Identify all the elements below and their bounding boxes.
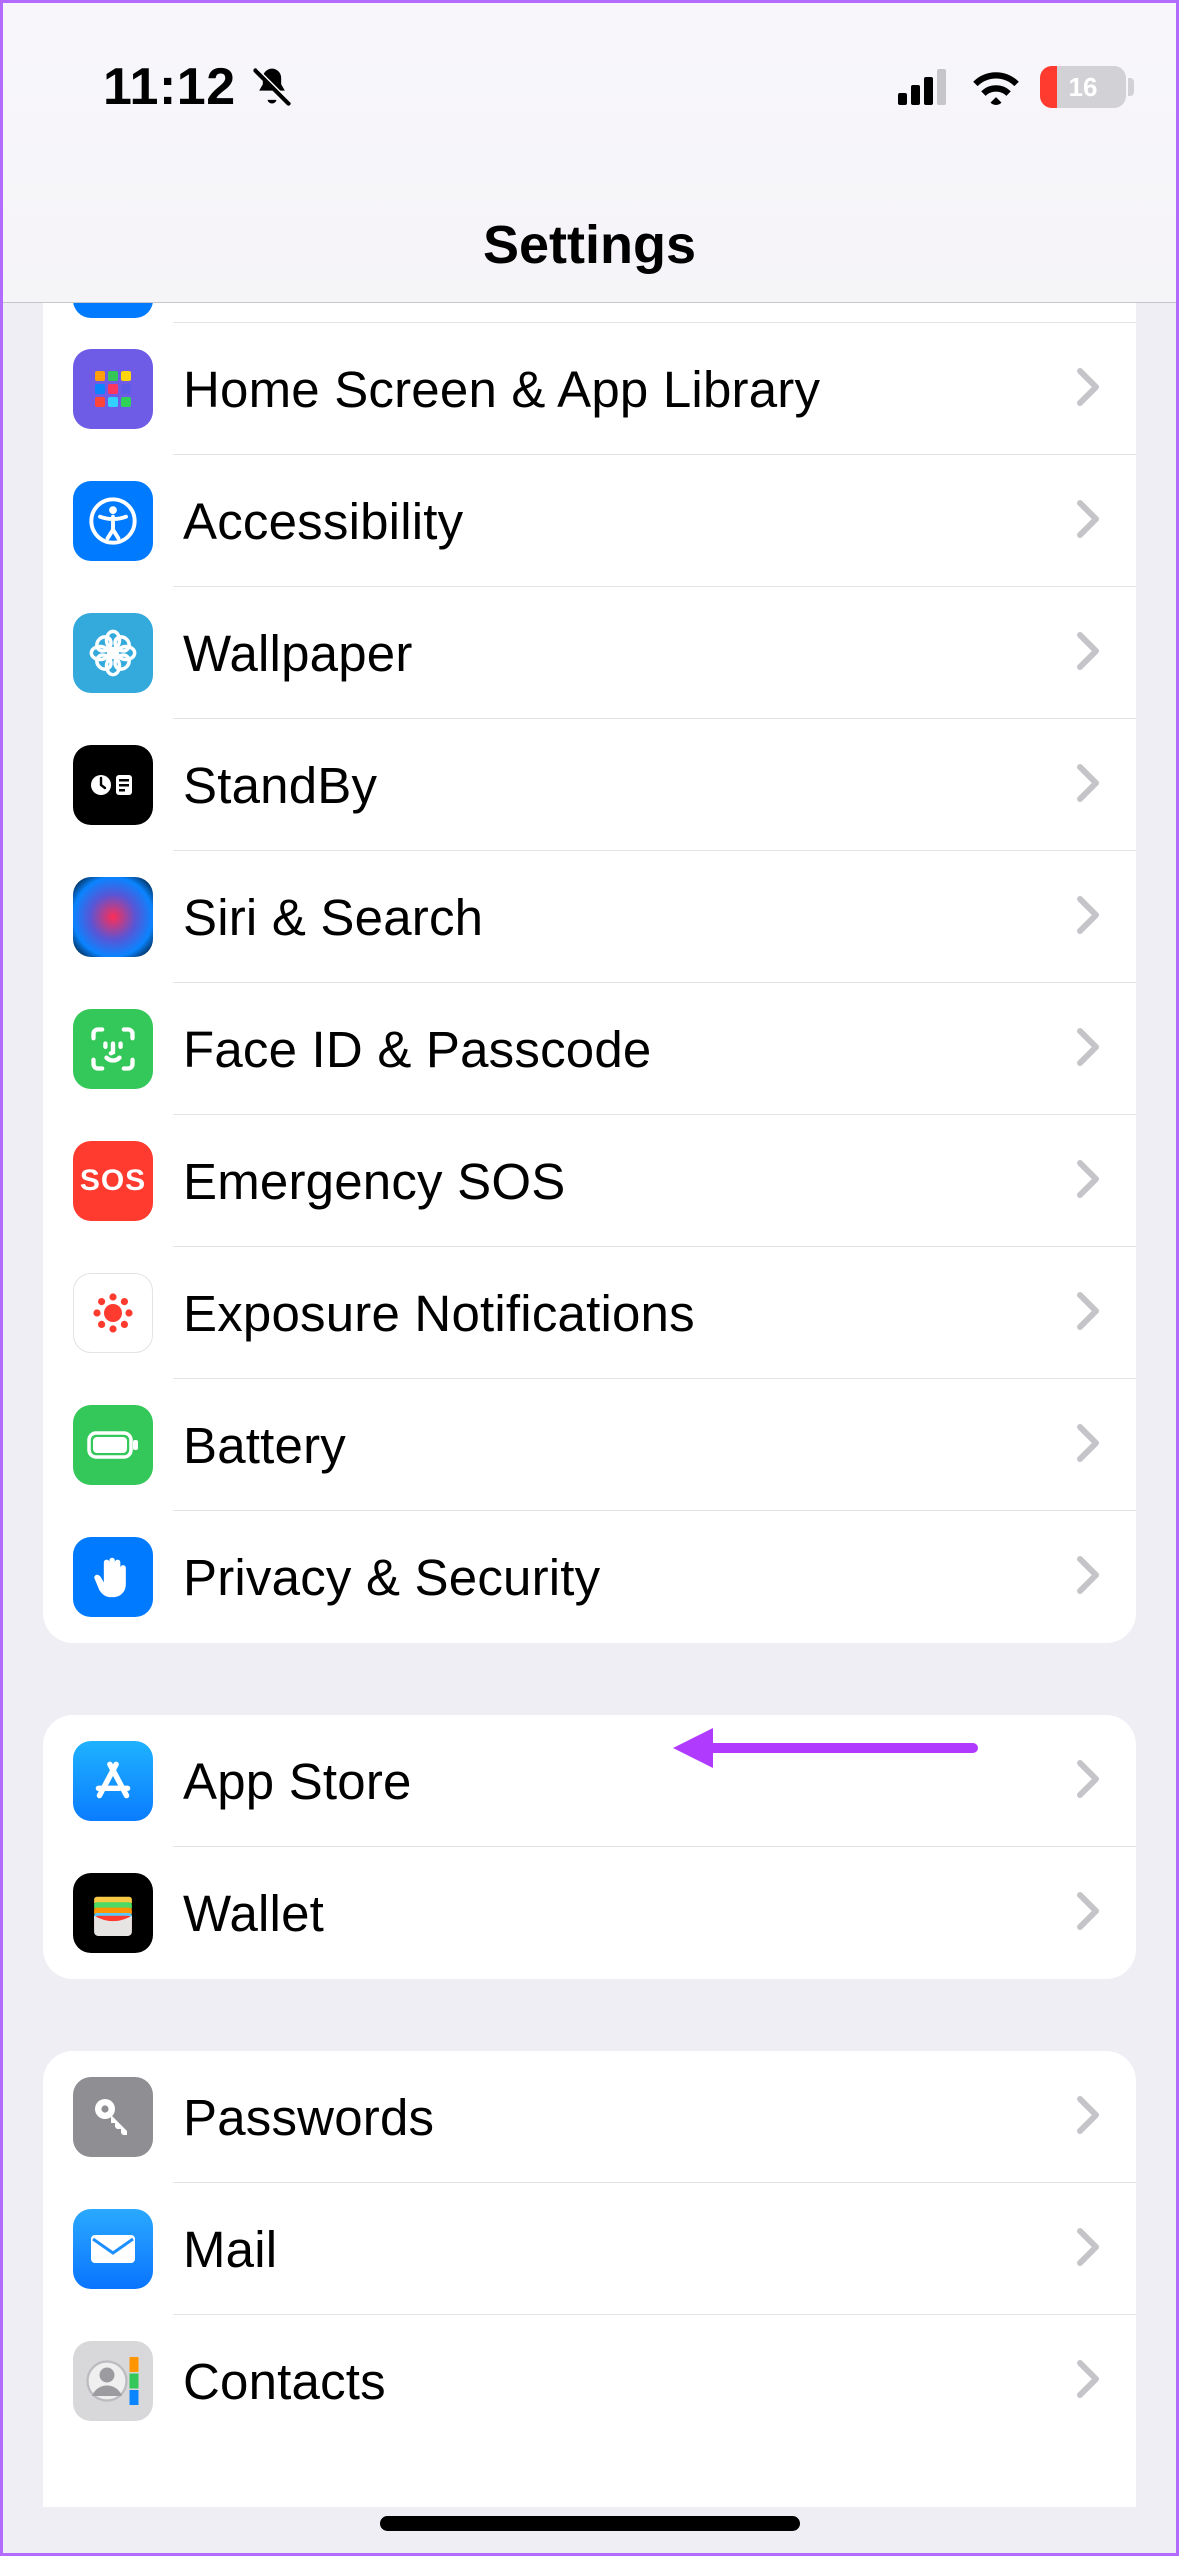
chevron-right-icon [1076, 2359, 1100, 2404]
settings-group-apps: Passwords Mail [43, 2051, 1136, 2507]
exposure-icon [73, 1273, 153, 1353]
chevron-right-icon [1076, 1891, 1100, 1936]
row-label: Wallpaper [183, 624, 1066, 683]
settings-group-general: Home Screen & App Library Accessibility [43, 303, 1136, 1643]
settings-row-battery[interactable]: Battery [43, 1379, 1136, 1511]
status-bar-right: 16 [898, 66, 1126, 108]
row-label: Contacts [183, 2352, 1066, 2411]
settings-row-faceid[interactable]: Face ID & Passcode [43, 983, 1136, 1115]
accessibility-icon [73, 481, 153, 561]
chevron-right-icon [1076, 1555, 1100, 1600]
device-frame: 11:12 [0, 0, 1179, 2556]
envelope-icon [73, 2209, 153, 2289]
chevron-right-icon [1076, 1159, 1100, 1204]
settings-row-sos[interactable]: SOS Emergency SOS [43, 1115, 1136, 1247]
row-label: StandBy [183, 756, 1066, 815]
settings-row-accessibility[interactable]: Accessibility [43, 455, 1136, 587]
settings-row-mail[interactable]: Mail [43, 2183, 1136, 2315]
settings-row-appstore[interactable]: App Store [43, 1715, 1136, 1847]
settings-row-standby[interactable]: StandBy [43, 719, 1136, 851]
cellular-signal-icon [898, 69, 952, 105]
chevron-right-icon [1076, 1027, 1100, 1072]
settings-row-passwords[interactable]: Passwords [43, 2051, 1136, 2183]
chevron-right-icon [1076, 631, 1100, 676]
settings-row-exposure[interactable]: Exposure Notifications [43, 1247, 1136, 1379]
row-label: Mail [183, 2220, 1066, 2279]
settings-scroll-area[interactable]: Home Screen & App Library Accessibility [3, 303, 1176, 2553]
settings-row-wallpaper[interactable]: Wallpaper [43, 587, 1136, 719]
settings-row-siri[interactable]: Siri & Search [43, 851, 1136, 983]
settings-row-contacts[interactable]: Contacts [43, 2315, 1136, 2447]
battery-indicator: 16 [1040, 66, 1126, 108]
row-label: Home Screen & App Library [183, 360, 1066, 419]
chevron-right-icon [1076, 763, 1100, 808]
clock-card-icon [73, 745, 153, 825]
chevron-right-icon [1076, 367, 1100, 412]
hand-icon [73, 1537, 153, 1617]
row-label: Emergency SOS [183, 1152, 1066, 1211]
chevron-right-icon [1076, 1291, 1100, 1336]
status-time: 11:12 [103, 57, 236, 117]
row-label: Battery [183, 1416, 1066, 1475]
row-label: Face ID & Passcode [183, 1020, 1066, 1079]
row-label: Passwords [183, 2088, 1066, 2147]
chevron-right-icon [1076, 2227, 1100, 2272]
display-brightness-icon [73, 303, 153, 318]
battery-percent: 16 [1069, 72, 1098, 103]
sos-icon: SOS [73, 1141, 153, 1221]
status-bar: 11:12 [3, 3, 1176, 123]
battery-fill [1040, 66, 1057, 108]
row-label: Accessibility [183, 492, 1066, 551]
chevron-right-icon [1076, 1759, 1100, 1804]
apps-grid-icon [73, 349, 153, 429]
settings-row-home-screen[interactable]: Home Screen & App Library [43, 323, 1136, 455]
person-circle-icon [73, 2341, 153, 2421]
home-indicator[interactable] [380, 2516, 800, 2531]
settings-row-wallet[interactable]: Wallet [43, 1847, 1136, 1979]
row-label: App Store [183, 1752, 1066, 1811]
siri-icon [73, 877, 153, 957]
wifi-icon [970, 68, 1022, 106]
page-title: Settings [483, 214, 696, 276]
settings-row-privacy[interactable]: Privacy & Security [43, 1511, 1136, 1643]
chevron-right-icon [1076, 499, 1100, 544]
faceid-icon [73, 1009, 153, 1089]
chevron-right-icon [1076, 2095, 1100, 2140]
row-label: Exposure Notifications [183, 1284, 1066, 1343]
row-label: Privacy & Security [183, 1548, 1066, 1607]
appstore-icon [73, 1741, 153, 1821]
status-bar-left: 11:12 [103, 57, 294, 117]
chevron-right-icon [1076, 1423, 1100, 1468]
settings-row-display[interactable] [43, 303, 1136, 323]
wallet-icon [73, 1873, 153, 1953]
row-label: Wallet [183, 1884, 1066, 1943]
flower-icon [73, 613, 153, 693]
row-label: Siri & Search [183, 888, 1066, 947]
settings-group-store: App Store Wallet [43, 1715, 1136, 1979]
bell-slash-icon [250, 65, 294, 109]
key-icon [73, 2077, 153, 2157]
chevron-right-icon [1076, 895, 1100, 940]
battery-icon [73, 1405, 153, 1485]
